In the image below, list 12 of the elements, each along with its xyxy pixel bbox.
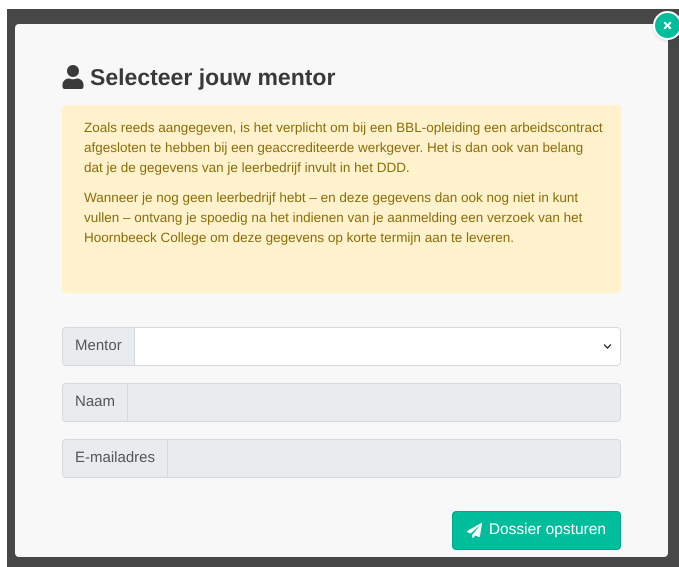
notice-paragraph: Wanneer je nog geen leerbedrijf hebt – en deze gegevens dan ook nog niet in kunt vullen – ontvang je spoedig na het indienen van je aanmelding een verzoek van het Hoornbeeck College om deze gegevens op korte termijn aan te leveren. xyxy=(84,188,584,247)
dialog-title: Selecteer jouw mentor xyxy=(90,63,336,92)
submit-button[interactable]: Dossier opsturen xyxy=(452,510,621,550)
field-label: Mentor xyxy=(62,326,135,366)
notice-paragraph: Zoals reeds aangegeven, is het verplicht om bij een BBL-opleiding een arbeidscontract afgesloten te hebben bij een geaccrediteerde werkgever. Het is dan ook van belang dat je de gegevens van je leerbedrijf invult in het DDD. xyxy=(84,118,604,177)
chevron-down-icon xyxy=(603,342,612,350)
close-button[interactable] xyxy=(653,11,679,40)
close-icon xyxy=(662,20,673,31)
user-icon xyxy=(62,65,84,90)
field-label: E-mailadres xyxy=(62,438,168,478)
paper-plane-icon xyxy=(466,522,482,538)
field-label: Naam xyxy=(62,382,128,422)
